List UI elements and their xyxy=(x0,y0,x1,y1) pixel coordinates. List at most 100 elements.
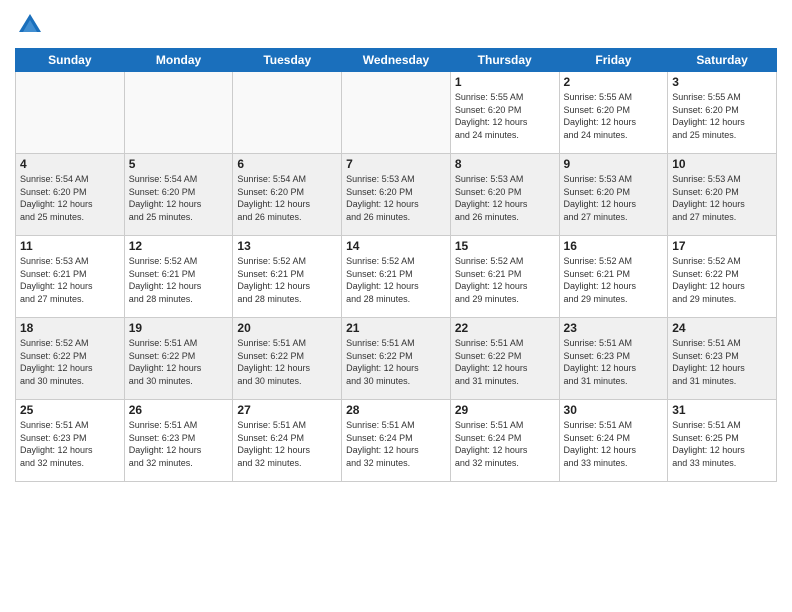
day-info: Sunrise: 5:52 AM Sunset: 6:21 PM Dayligh… xyxy=(564,255,664,305)
day-cell: 18Sunrise: 5:52 AM Sunset: 6:22 PM Dayli… xyxy=(16,318,125,400)
day-cell: 6 Sunrise: 5:54 AM Sunset: 6:20 PM Daylig… xyxy=(233,154,342,236)
day-number: 22 xyxy=(455,321,555,335)
day-number: 10 xyxy=(672,157,772,171)
day-number: 27 xyxy=(237,403,337,417)
day-info: Sunrise: 5:53 AM Sunset: 6:21 PM Dayligh… xyxy=(20,255,120,305)
day-cell: 1 Sunrise: 5:55 AM Sunset: 6:20 PM Daylig… xyxy=(450,72,559,154)
day-number: 25 xyxy=(20,403,120,417)
day-info: Sunrise: 5:54 AM Sunset: 6:20 PM Dayligh… xyxy=(237,173,337,223)
day-cell: 4 Sunrise: 5:54 AM Sunset: 6:20 PM Daylig… xyxy=(16,154,125,236)
day-number: 21 xyxy=(346,321,446,335)
day-number: 26 xyxy=(129,403,229,417)
day-info: Sunrise: 5:55 AM Sunset: 6:20 PM Dayligh… xyxy=(564,91,664,141)
day-info: Sunrise: 5:53 AM Sunset: 6:20 PM Dayligh… xyxy=(564,173,664,223)
day-number: 24 xyxy=(672,321,772,335)
day-number: 2 xyxy=(564,75,664,89)
day-number: 5 xyxy=(129,157,229,171)
day-cell: 21Sunrise: 5:51 AM Sunset: 6:22 PM Dayli… xyxy=(342,318,451,400)
day-number: 1 xyxy=(455,75,555,89)
day-cell: 12Sunrise: 5:52 AM Sunset: 6:21 PM Dayli… xyxy=(124,236,233,318)
page: SundayMondayTuesdayWednesdayThursdayFrid… xyxy=(0,0,792,612)
day-info: Sunrise: 5:51 AM Sunset: 6:25 PM Dayligh… xyxy=(672,419,772,469)
day-number: 3 xyxy=(672,75,772,89)
day-cell: 28 Sunrise: 5:51 AM Sunset: 6:24 PM Dayli… xyxy=(342,400,451,482)
day-number: 23 xyxy=(564,321,664,335)
day-number: 20 xyxy=(237,321,337,335)
calendar-table: SundayMondayTuesdayWednesdayThursdayFrid… xyxy=(15,48,777,482)
day-cell: 24 Sunrise: 5:51 AM Sunset: 6:23 PM Dayli… xyxy=(668,318,777,400)
day-cell: 16 Sunrise: 5:52 AM Sunset: 6:21 PM Dayli… xyxy=(559,236,668,318)
day-cell: 17 Sunrise: 5:52 AM Sunset: 6:22 PM Dayli… xyxy=(668,236,777,318)
day-info: Sunrise: 5:52 AM Sunset: 6:22 PM Dayligh… xyxy=(672,255,772,305)
day-cell: 27 Sunrise: 5:51 AM Sunset: 6:24 PM Dayli… xyxy=(233,400,342,482)
day-cell: 9 Sunrise: 5:53 AM Sunset: 6:20 PM Daylig… xyxy=(559,154,668,236)
day-cell: 19 Sunrise: 5:51 AM Sunset: 6:22 PM Dayli… xyxy=(124,318,233,400)
day-cell: 3 Sunrise: 5:55 AM Sunset: 6:20 PM Daylig… xyxy=(668,72,777,154)
day-number: 8 xyxy=(455,157,555,171)
day-cell: 15 Sunrise: 5:52 AM Sunset: 6:21 PM Dayli… xyxy=(450,236,559,318)
day-info: Sunrise: 5:51 AM Sunset: 6:24 PM Dayligh… xyxy=(564,419,664,469)
day-info: Sunrise: 5:51 AM Sunset: 6:22 PM Dayligh… xyxy=(455,337,555,387)
day-number: 11 xyxy=(20,239,120,253)
day-number: 12 xyxy=(129,239,229,253)
day-number: 19 xyxy=(129,321,229,335)
day-info: Sunrise: 5:51 AM Sunset: 6:23 PM Dayligh… xyxy=(672,337,772,387)
header-day-thursday: Thursday xyxy=(450,49,559,72)
day-number: 29 xyxy=(455,403,555,417)
header-day-friday: Friday xyxy=(559,49,668,72)
day-info: Sunrise: 5:54 AM Sunset: 6:20 PM Dayligh… xyxy=(129,173,229,223)
week-row-5: 25 Sunrise: 5:51 AM Sunset: 6:23 PM Dayli… xyxy=(16,400,777,482)
day-cell xyxy=(233,72,342,154)
day-cell: 22 Sunrise: 5:51 AM Sunset: 6:22 PM Dayli… xyxy=(450,318,559,400)
calendar-body: 1 Sunrise: 5:55 AM Sunset: 6:20 PM Daylig… xyxy=(16,72,777,482)
day-number: 14 xyxy=(346,239,446,253)
day-cell: 31 Sunrise: 5:51 AM Sunset: 6:25 PM Dayli… xyxy=(668,400,777,482)
day-info: Sunrise: 5:55 AM Sunset: 6:20 PM Dayligh… xyxy=(672,91,772,141)
day-info: Sunrise: 5:51 AM Sunset: 6:22 PM Dayligh… xyxy=(129,337,229,387)
day-number: 17 xyxy=(672,239,772,253)
day-info: Sunrise: 5:53 AM Sunset: 6:20 PM Dayligh… xyxy=(672,173,772,223)
day-info: Sunrise: 5:55 AM Sunset: 6:20 PM Dayligh… xyxy=(455,91,555,141)
day-number: 28 xyxy=(346,403,446,417)
day-info: Sunrise: 5:51 AM Sunset: 6:24 PM Dayligh… xyxy=(237,419,337,469)
day-cell: 20Sunrise: 5:51 AM Sunset: 6:22 PM Dayli… xyxy=(233,318,342,400)
day-info: Sunrise: 5:51 AM Sunset: 6:23 PM Dayligh… xyxy=(20,419,120,469)
day-number: 7 xyxy=(346,157,446,171)
day-info: Sunrise: 5:51 AM Sunset: 6:24 PM Dayligh… xyxy=(455,419,555,469)
day-info: Sunrise: 5:53 AM Sunset: 6:20 PM Dayligh… xyxy=(455,173,555,223)
day-cell: 30 Sunrise: 5:51 AM Sunset: 6:24 PM Dayli… xyxy=(559,400,668,482)
day-number: 9 xyxy=(564,157,664,171)
day-number: 16 xyxy=(564,239,664,253)
day-cell xyxy=(124,72,233,154)
logo-icon xyxy=(15,10,45,40)
day-info: Sunrise: 5:54 AM Sunset: 6:20 PM Dayligh… xyxy=(20,173,120,223)
day-info: Sunrise: 5:51 AM Sunset: 6:23 PM Dayligh… xyxy=(129,419,229,469)
day-info: Sunrise: 5:52 AM Sunset: 6:21 PM Dayligh… xyxy=(237,255,337,305)
day-number: 6 xyxy=(237,157,337,171)
day-number: 15 xyxy=(455,239,555,253)
day-info: Sunrise: 5:51 AM Sunset: 6:24 PM Dayligh… xyxy=(346,419,446,469)
day-cell xyxy=(16,72,125,154)
day-info: Sunrise: 5:52 AM Sunset: 6:21 PM Dayligh… xyxy=(455,255,555,305)
header xyxy=(15,10,777,40)
day-number: 18 xyxy=(20,321,120,335)
day-cell: 2 Sunrise: 5:55 AM Sunset: 6:20 PM Daylig… xyxy=(559,72,668,154)
header-day-tuesday: Tuesday xyxy=(233,49,342,72)
header-day-sunday: Sunday xyxy=(16,49,125,72)
day-cell: 10 Sunrise: 5:53 AM Sunset: 6:20 PM Dayli… xyxy=(668,154,777,236)
day-number: 31 xyxy=(672,403,772,417)
day-info: Sunrise: 5:52 AM Sunset: 6:21 PM Dayligh… xyxy=(346,255,446,305)
header-row: SundayMondayTuesdayWednesdayThursdayFrid… xyxy=(16,49,777,72)
week-row-3: 11 Sunrise: 5:53 AM Sunset: 6:21 PM Dayli… xyxy=(16,236,777,318)
day-cell: 26 Sunrise: 5:51 AM Sunset: 6:23 PM Dayli… xyxy=(124,400,233,482)
day-number: 30 xyxy=(564,403,664,417)
week-row-2: 4 Sunrise: 5:54 AM Sunset: 6:20 PM Daylig… xyxy=(16,154,777,236)
day-cell: 11 Sunrise: 5:53 AM Sunset: 6:21 PM Dayli… xyxy=(16,236,125,318)
day-number: 4 xyxy=(20,157,120,171)
day-cell: 13Sunrise: 5:52 AM Sunset: 6:21 PM Dayli… xyxy=(233,236,342,318)
logo xyxy=(15,10,49,40)
header-day-monday: Monday xyxy=(124,49,233,72)
day-info: Sunrise: 5:51 AM Sunset: 6:23 PM Dayligh… xyxy=(564,337,664,387)
day-cell: 25 Sunrise: 5:51 AM Sunset: 6:23 PM Dayli… xyxy=(16,400,125,482)
day-cell: 14 Sunrise: 5:52 AM Sunset: 6:21 PM Dayli… xyxy=(342,236,451,318)
